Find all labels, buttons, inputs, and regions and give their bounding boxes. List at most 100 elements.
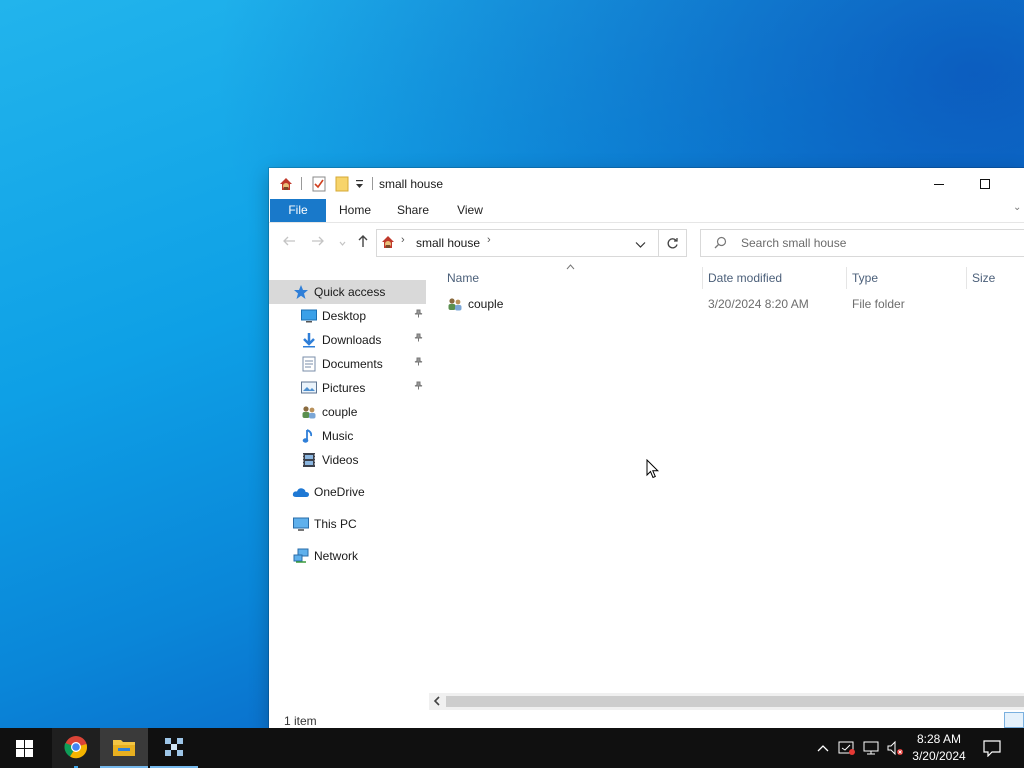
onedrive-icon <box>292 483 310 501</box>
title-bar[interactable]: small house <box>269 168 1024 199</box>
ribbon-tabs: File Home Share View ⌄ <box>269 199 1024 223</box>
file-list: Name Date modified Type Size couple 3/20… <box>437 263 1024 693</box>
file-date-modified: 3/20/2024 8:20 AM <box>708 297 809 311</box>
file-type: File folder <box>852 297 905 311</box>
sidebar-item-music[interactable]: Music <box>269 424 427 448</box>
scrollbar-thumb[interactable] <box>446 696 1024 707</box>
sidebar-item-label: couple <box>322 405 358 419</box>
search-icon <box>714 236 727 252</box>
details-view-icon[interactable] <box>1004 712 1024 728</box>
taskbar-file-explorer[interactable] <box>100 728 148 768</box>
table-row[interactable]: couple 3/20/2024 8:20 AM File folder <box>437 293 1024 315</box>
column-header-type[interactable]: Type <box>852 268 878 288</box>
this-pc-icon <box>292 515 310 533</box>
column-header-date-modified[interactable]: Date modified <box>708 268 782 288</box>
videos-icon <box>300 451 318 469</box>
file-explorer-icon <box>112 736 136 761</box>
column-header-name[interactable]: Name <box>447 268 479 288</box>
show-hidden-icons-button[interactable] <box>814 728 832 768</box>
sidebar-item-label: OneDrive <box>314 485 365 499</box>
documents-icon <box>300 355 318 373</box>
sidebar-item-label: Documents <box>322 357 383 371</box>
back-button[interactable] <box>282 234 296 252</box>
clock-time: 8:28 AM <box>916 732 962 746</box>
taskbar-clock[interactable]: 8:28 AM 3/20/2024 <box>906 731 972 765</box>
breadcrumb-chevron-icon[interactable]: › <box>401 234 405 246</box>
user-folder-icon <box>300 403 318 421</box>
sidebar-item-label: Videos <box>322 453 359 467</box>
item-count: 1 item <box>284 714 317 728</box>
network-status-icon[interactable] <box>861 728 881 768</box>
recent-locations-button[interactable] <box>339 235 346 252</box>
file-name[interactable]: couple <box>468 293 503 315</box>
start-button[interactable] <box>0 728 48 768</box>
tab-file[interactable]: File <box>270 199 326 222</box>
breadcrumb-small-house[interactable]: small house <box>416 236 480 250</box>
pin-icon[interactable] <box>414 309 423 321</box>
network-icon <box>292 547 310 565</box>
expand-ribbon-icon[interactable]: ⌄ <box>1013 202 1021 213</box>
sidebar-item-label: Quick access <box>314 285 386 299</box>
sidebar-item-desktop[interactable]: Desktop <box>269 304 427 328</box>
file-explorer-window: small house File Home Share View ⌄ › sma… <box>269 168 1024 728</box>
sidebar-item-documents[interactable]: Documents <box>269 352 427 376</box>
notifications-icon[interactable] <box>980 728 1004 768</box>
sidebar-item-onedrive[interactable]: OneDrive <box>269 480 427 504</box>
sidebar-item-label: Pictures <box>322 381 366 395</box>
sidebar-item-couple[interactable]: couple <box>269 400 427 424</box>
quick-access-star-icon <box>292 283 310 301</box>
address-row: › small house › Search small house <box>269 223 1024 263</box>
refresh-button[interactable] <box>658 229 687 257</box>
column-divider[interactable] <box>846 267 847 289</box>
sidebar-item-this-pc[interactable]: This PC <box>269 512 427 536</box>
pictures-icon <box>300 379 318 397</box>
sidebar-item-label: Music <box>322 429 354 443</box>
address-dropdown-icon[interactable] <box>635 238 646 252</box>
scroll-left-icon[interactable] <box>432 695 442 710</box>
up-button[interactable] <box>356 234 370 252</box>
volume-muted-icon[interactable] <box>885 728 905 768</box>
customize-quick-access-icon[interactable] <box>355 178 364 193</box>
sidebar-item-label: This PC <box>314 517 357 531</box>
column-divider[interactable] <box>702 267 703 289</box>
user-folder-icon <box>447 296 463 315</box>
house-folder-icon <box>380 234 396 253</box>
pin-icon[interactable] <box>414 357 423 369</box>
breadcrumb-chevron-icon[interactable]: › <box>487 234 491 246</box>
pin-icon[interactable] <box>414 333 423 345</box>
sidebar-item-label: Desktop <box>322 309 367 323</box>
tab-view[interactable]: View <box>447 199 493 222</box>
column-divider[interactable] <box>966 267 967 289</box>
separator <box>372 177 373 190</box>
window-title: small house <box>379 177 444 191</box>
minimize-button[interactable] <box>916 168 962 199</box>
sidebar-item-quick-access[interactable]: Quick access <box>269 280 426 304</box>
music-icon <box>300 427 318 445</box>
downloads-icon <box>300 331 318 349</box>
mouse-cursor-icon <box>646 458 660 482</box>
desktop-icon <box>300 307 318 325</box>
new-folder-icon[interactable] <box>335 176 349 195</box>
search-input[interactable]: Search small house <box>741 236 846 250</box>
security-icon[interactable] <box>837 728 857 768</box>
sidebar-item-network[interactable]: Network <box>269 544 427 568</box>
search-box[interactable]: Search small house <box>700 229 1024 257</box>
column-header-size[interactable]: Size <box>972 268 995 288</box>
properties-icon[interactable] <box>312 176 326 195</box>
taskbar-app[interactable] <box>150 728 198 768</box>
taskbar-chrome[interactable] <box>52 728 100 768</box>
status-bar: 1 item <box>269 711 1024 728</box>
navigation-pane: Quick access Desktop Downloads Documents… <box>269 272 427 672</box>
sidebar-item-videos[interactable]: Videos <box>269 448 427 472</box>
pin-icon[interactable] <box>414 381 423 393</box>
sidebar-item-pictures[interactable]: Pictures <box>269 376 427 400</box>
address-bar[interactable]: › small house › <box>376 229 659 257</box>
tab-home[interactable]: Home <box>331 199 379 222</box>
clock-date: 3/20/2024 <box>912 749 966 763</box>
horizontal-scrollbar[interactable] <box>429 693 1024 710</box>
sidebar-item-downloads[interactable]: Downloads <box>269 328 427 352</box>
forward-button[interactable] <box>311 234 325 252</box>
tab-share[interactable]: Share <box>388 199 438 222</box>
maximize-button[interactable] <box>962 168 1008 199</box>
taskbar: 8:28 AM 3/20/2024 <box>0 728 1024 768</box>
